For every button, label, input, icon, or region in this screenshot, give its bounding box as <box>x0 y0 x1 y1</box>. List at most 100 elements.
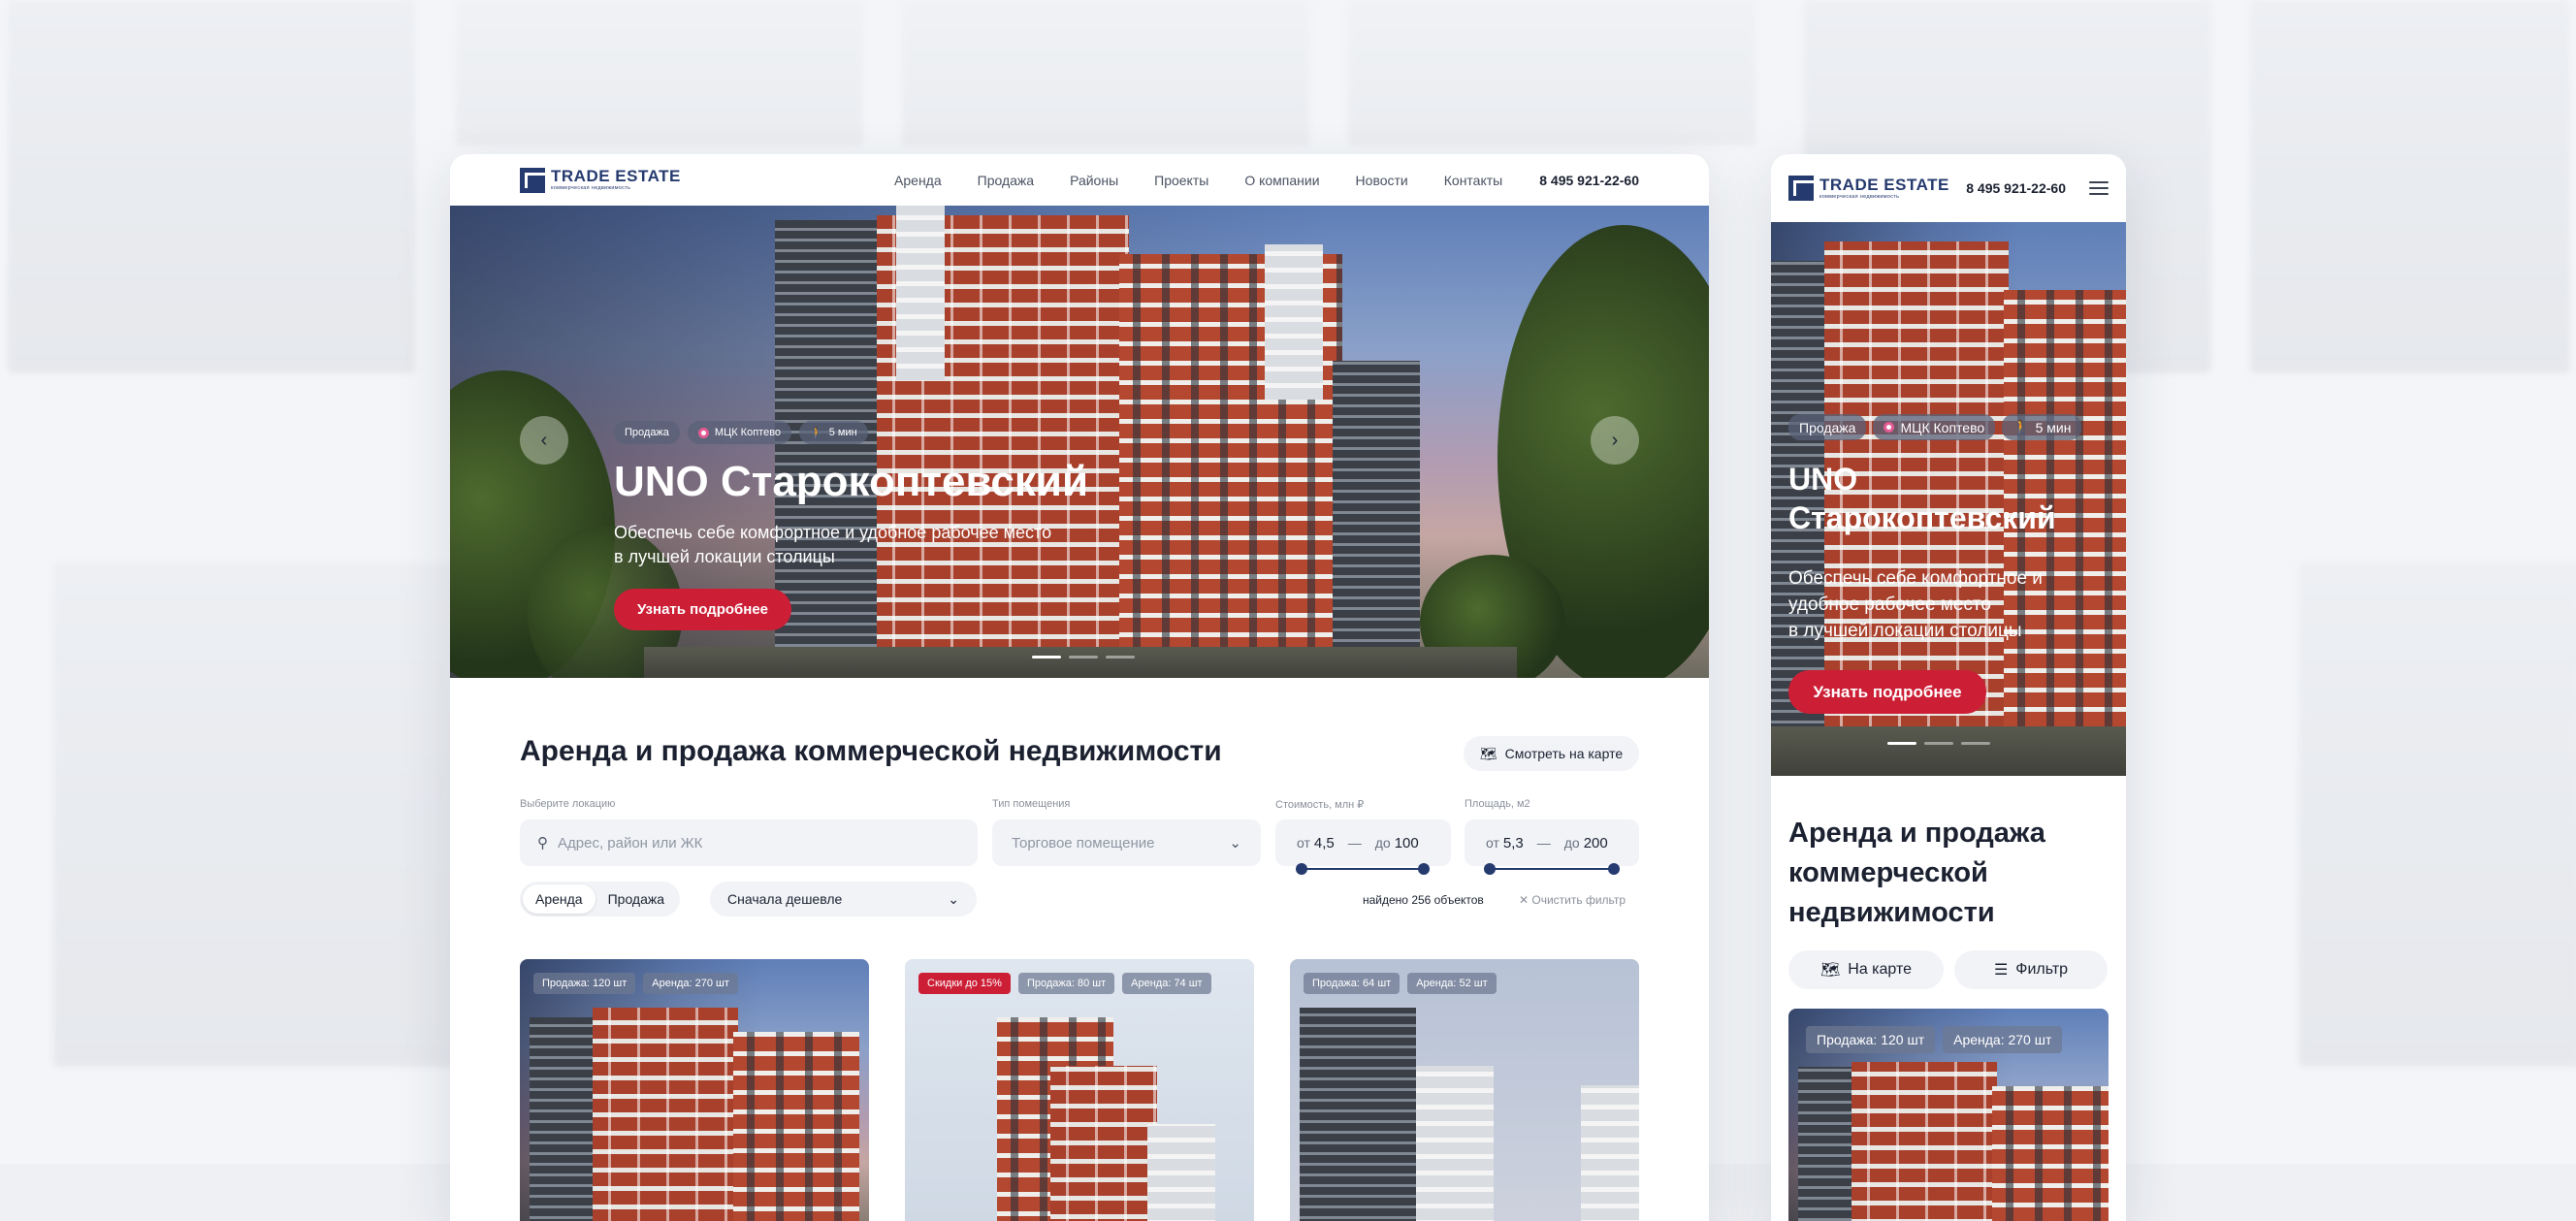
slider-handle[interactable] <box>1296 863 1307 875</box>
mobile-page: TRADE ESTATE коммерческая недвижимость 8… <box>1771 154 2126 1221</box>
site-header: TRADE ESTATE коммерческая недвижимость А… <box>450 154 1709 206</box>
clear-filter-link[interactable]: ✕ Очистить фильтр <box>1519 893 1626 907</box>
metro-badge: МЦК Коптево <box>687 421 792 444</box>
logo[interactable]: TRADE ESTATE коммерческая недвижимость <box>1788 176 1949 201</box>
area-from[interactable]: 5,3 <box>1503 835 1524 851</box>
sale-count-tag: Продажа: 120 шт <box>1806 1026 1936 1053</box>
area-range[interactable]: от 5,3 — до 200 <box>1465 819 1639 866</box>
hero-subtitle-line2: удобное рабочее место <box>1788 594 1991 615</box>
hero-subtitle-line1: Обеспечь себе комфортное и <box>1788 568 2043 589</box>
price-label: Стоимость, млн ₽ <box>1275 799 1365 811</box>
sale-count-tag: Продажа: 120 шт <box>533 973 636 994</box>
rent-count-tag: Аренда: 270 шт <box>643 973 738 994</box>
logo-icon <box>1788 176 1814 201</box>
nav-item-news[interactable]: Новости <box>1356 173 1408 188</box>
nav-item-projects[interactable]: Проекты <box>1154 173 1208 188</box>
hero-subtitle-line1: Обеспечь себе комфортное и удобное рабоч… <box>614 523 1052 542</box>
chevron-down-icon: ⌄ <box>1229 835 1241 851</box>
logo[interactable]: TRADE ESTATE коммерческая недвижимость <box>520 167 681 193</box>
slider-dot[interactable] <box>1961 742 1990 745</box>
slider-prev-button[interactable]: ‹ <box>520 416 568 465</box>
hero-cta-button[interactable]: Узнать подробнее <box>1788 670 1986 714</box>
mobile-header: TRADE ESTATE коммерческая недвижимость 8… <box>1771 154 2126 222</box>
map-icon: 🗺 <box>1479 745 1497 761</box>
menu-icon[interactable] <box>2089 181 2109 195</box>
nav-item-districts[interactable]: Районы <box>1070 173 1118 188</box>
catalog-title-line2: коммерческой <box>1788 857 1988 888</box>
logo-icon <box>520 167 545 193</box>
slider-next-button[interactable]: › <box>1591 416 1639 465</box>
rent-count-tag: Аренда: 74 шт <box>1122 973 1211 994</box>
logo-tagline: коммерческая недвижимость <box>551 185 631 192</box>
property-card[interactable]: Продажа: 120 шт Аренда: 270 шт <box>520 959 869 1221</box>
header-phone[interactable]: 8 495 921-22-60 <box>1539 173 1639 188</box>
slider-handle[interactable] <box>1608 863 1620 875</box>
header-phone[interactable]: 8 495 921-22-60 <box>1966 180 2066 196</box>
nav-item-rent[interactable]: Аренда <box>894 173 942 188</box>
map-button[interactable]: 🗺 На карте <box>1788 950 1944 989</box>
sale-count-tag: Продажа: 80 шт <box>1017 973 1115 994</box>
room-type-label: Тип помещения <box>992 798 1071 810</box>
hero-tags: Продажа МЦК Коптево 🚶 5 мин <box>614 421 868 444</box>
show-map-button[interactable]: 🗺 Смотреть на карте <box>1464 736 1639 771</box>
map-icon: 🗺 <box>1819 962 1841 979</box>
search-icon: ⚲ <box>537 835 548 851</box>
property-card[interactable]: Продажа: 120 шт Аренда: 270 шт <box>1788 1009 2109 1221</box>
discount-tag: Скидки до 15% <box>918 973 1011 994</box>
nav-item-contacts[interactable]: Контакты <box>1444 173 1502 188</box>
location-input[interactable]: ⚲ Адрес, район или ЖК <box>520 819 978 866</box>
metro-icon <box>697 427 709 438</box>
results-count: найдено 256 объектов <box>1363 893 1484 907</box>
hero-slider: Продажа МЦК Коптево 🚶 5 мин UNO Старокопт… <box>1771 222 2126 776</box>
slider-dots <box>1032 656 1135 659</box>
location-label: Выберите локацию <box>520 798 616 810</box>
metro-icon <box>1884 422 1895 433</box>
close-icon: ✕ <box>1519 893 1532 907</box>
slider-handle[interactable] <box>1484 863 1496 875</box>
price-range[interactable]: от 4,5 — до 100 <box>1275 819 1451 866</box>
hero-title: UNO Старокоптевский <box>614 458 1089 505</box>
logo-name: TRADE ESTATE <box>1819 175 1949 194</box>
price-from[interactable]: 4,5 <box>1314 835 1335 851</box>
area-to[interactable]: 200 <box>1584 835 1608 851</box>
chevron-left-icon: ‹ <box>540 429 548 451</box>
catalog-title-line1: Аренда и продажа <box>1788 818 2045 849</box>
price-slider[interactable] <box>1296 863 1430 875</box>
deal-type-badge: Продажа <box>1788 414 1867 440</box>
filter-button[interactable]: ☰ Фильтр <box>1954 950 2108 989</box>
walk-time-badge: 🚶 5 мин <box>799 421 868 444</box>
sort-select[interactable]: Сначала дешевле ⌄ <box>710 882 977 916</box>
slider-dot[interactable] <box>1069 656 1098 659</box>
catalog-title: Аренда и продажа коммерческой недвижимос… <box>520 735 1222 767</box>
room-type-select[interactable]: Торговое помещение ⌄ <box>992 819 1261 866</box>
toggle-sale[interactable]: Продажа <box>596 884 677 914</box>
slider-handle[interactable] <box>1418 863 1430 875</box>
property-card[interactable]: Продажа: 64 шт Аренда: 52 шт <box>1290 959 1639 1221</box>
property-card[interactable]: Скидки до 15% Продажа: 80 шт Аренда: 74 … <box>905 959 1254 1221</box>
hero-cta-button[interactable]: Узнать подробнее <box>614 589 791 630</box>
chevron-down-icon: ⌄ <box>948 890 959 907</box>
deal-toggle: Аренда Продажа <box>520 882 681 916</box>
logo-tagline: коммерческая недвижимость <box>1819 193 1900 200</box>
rent-count-tag: Аренда: 270 шт <box>1943 1026 2063 1053</box>
rent-count-tag: Аренда: 52 шт <box>1407 973 1497 994</box>
walk-icon: 🚶 <box>810 427 823 439</box>
filter-icon: ☰ <box>1993 962 2009 979</box>
main-nav: Аренда Продажа Районы Проекты О компании… <box>894 173 1502 188</box>
slider-dot[interactable] <box>1106 656 1135 659</box>
nav-item-sale[interactable]: Продажа <box>978 173 1034 188</box>
area-slider[interactable] <box>1484 863 1620 875</box>
deal-type-badge: Продажа <box>614 421 680 444</box>
catalog-title-line3: недвижимости <box>1788 897 1995 928</box>
slider-dot[interactable] <box>1032 656 1061 659</box>
slider-dot[interactable] <box>1924 742 1953 745</box>
area-label: Площадь, м2 <box>1465 798 1530 810</box>
metro-badge: МЦК Коптево <box>1873 414 1996 440</box>
price-to[interactable]: 100 <box>1395 835 1419 851</box>
nav-item-about[interactable]: О компании <box>1244 173 1319 188</box>
toggle-rent[interactable]: Аренда <box>523 884 596 914</box>
hero-tags: Продажа МЦК Коптево 🚶 5 мин <box>1788 414 2082 440</box>
logo-name: TRADE ESTATE <box>551 167 681 186</box>
walk-icon: 🚶 <box>2012 419 2030 434</box>
slider-dot[interactable] <box>1887 742 1916 745</box>
